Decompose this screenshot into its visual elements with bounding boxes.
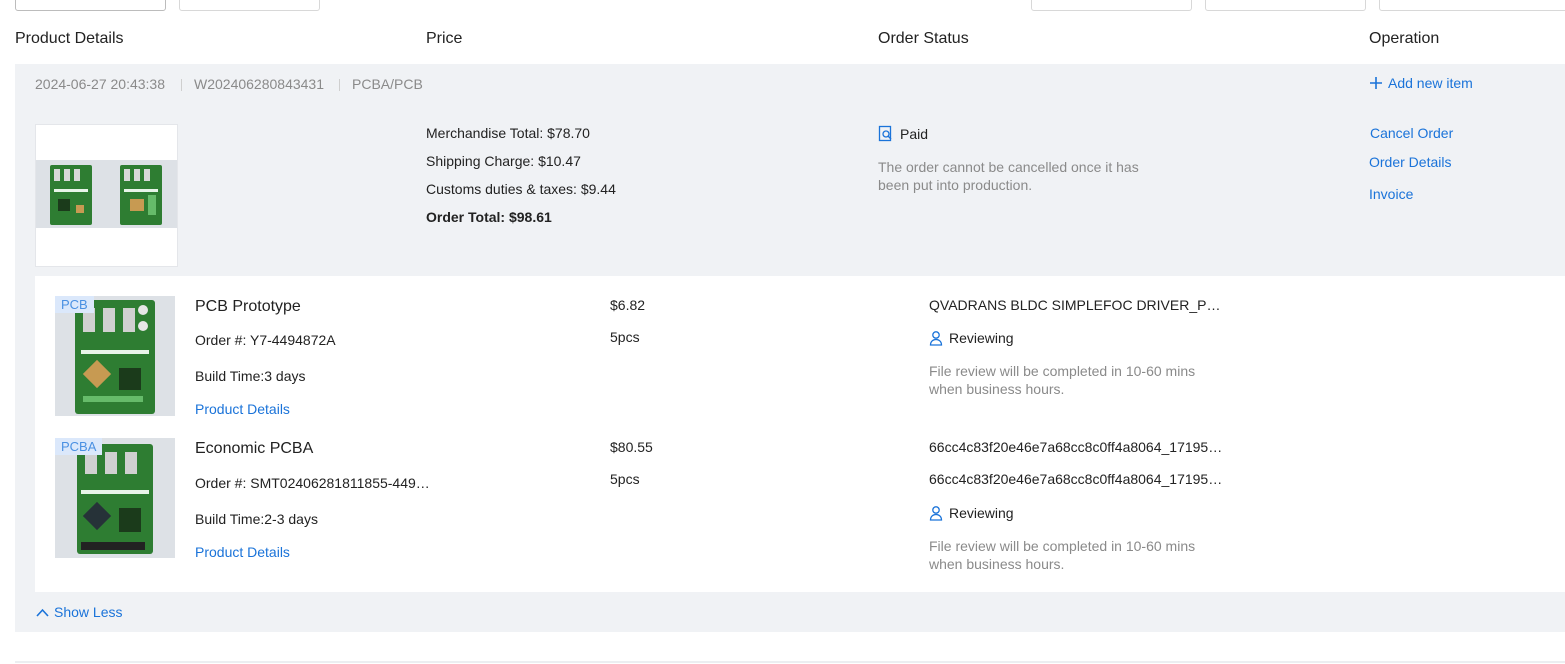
cancel-order-link[interactable]: Cancel Order xyxy=(1370,125,1453,141)
item-quantity: 5pcs xyxy=(610,329,640,345)
order-total: Order Total: $98.61 xyxy=(426,209,552,225)
product-title: Economic PCBA xyxy=(195,440,314,457)
filter-select-2[interactable] xyxy=(179,0,320,11)
item-quantity: 5pcs xyxy=(610,471,640,487)
order-thumbnail xyxy=(35,124,178,267)
item-status-note: File review will be completed in 10-60 m… xyxy=(929,363,1196,397)
user-review-icon xyxy=(929,506,943,521)
filter-select-1[interactable] xyxy=(15,0,166,11)
customs-duties: Customs duties & taxes: $9.44 xyxy=(426,181,616,197)
shipping-charge: Shipping Charge: $10.47 xyxy=(426,153,581,169)
add-new-item-button[interactable]: Add new item xyxy=(1369,75,1473,91)
order-status-label: Paid xyxy=(900,125,929,142)
paid-document-icon xyxy=(878,125,892,142)
order-details-link[interactable]: Order Details xyxy=(1369,154,1451,170)
pcb-board-image xyxy=(50,165,92,225)
divider xyxy=(181,79,182,91)
column-header-price: Price xyxy=(426,30,463,47)
show-less-label: Show Less xyxy=(54,604,123,620)
pcb-board-image xyxy=(120,165,162,225)
filter-select-3[interactable] xyxy=(1031,0,1192,11)
pcb-board-image xyxy=(77,444,153,554)
product-details-link[interactable]: Product Details xyxy=(195,401,290,417)
filter-select-4[interactable] xyxy=(1205,0,1366,11)
column-header-status: Order Status xyxy=(878,30,969,47)
file-name: QVADRANS BLDC SIMPLEFOC DRIVER_PCB_V10.z… xyxy=(929,297,1229,313)
add-new-item-label: Add new item xyxy=(1388,75,1473,91)
item-price: $80.55 xyxy=(610,439,653,455)
order-status: Paid xyxy=(878,125,928,142)
product-order-number: Order #: SMT02406281811855-4494872A xyxy=(195,475,435,491)
file-name: 66cc4c83f20e46e7a68cc8c0ff4a8064_1719552… xyxy=(929,439,1229,455)
product-order-number: Order #: Y7-4494872A xyxy=(195,332,336,348)
column-header-product: Product Details xyxy=(15,30,124,47)
user-review-icon xyxy=(929,331,943,346)
item-status: Reviewing xyxy=(929,330,1014,346)
show-less-button[interactable]: Show Less xyxy=(36,604,122,620)
column-header-operation: Operation xyxy=(1369,30,1440,47)
divider xyxy=(15,661,1565,663)
search-input[interactable] xyxy=(1379,0,1565,11)
item-status-label: Reviewing xyxy=(949,505,1014,521)
merchandise-total: Merchandise Total: $78.70 xyxy=(426,125,590,141)
product-details-link[interactable]: Product Details xyxy=(195,544,290,560)
order-status-note: The order cannot be cancelled once it ha… xyxy=(878,159,1139,193)
product-image: PCBA xyxy=(55,438,175,558)
chevron-up-icon xyxy=(36,608,49,617)
order-date: 2024-06-27 20:43:38 xyxy=(35,76,165,92)
invoice-link[interactable]: Invoice xyxy=(1369,186,1413,202)
pcb-board-image xyxy=(75,300,155,414)
item-price: $6.82 xyxy=(610,297,646,313)
product-image: PCB xyxy=(55,296,175,416)
divider xyxy=(339,79,340,91)
product-type-tag: PCB xyxy=(55,296,94,313)
product-build-time: Build Time:3 days xyxy=(195,368,306,384)
item-status-note: File review will be completed in 10-60 m… xyxy=(929,538,1196,572)
item-status: Reviewing xyxy=(929,505,1014,521)
plus-icon xyxy=(1370,77,1382,89)
product-build-time: Build Time:2-3 days xyxy=(195,511,318,527)
file-name: 66cc4c83f20e46e7a68cc8c0ff4a8064_1719552… xyxy=(929,471,1229,487)
product-type-tag: PCBA xyxy=(55,438,103,455)
order-category: PCBA/PCB xyxy=(352,76,423,92)
product-title: PCB Prototype xyxy=(195,298,301,315)
item-status-label: Reviewing xyxy=(949,330,1014,346)
order-number: W202406280843431 xyxy=(194,76,325,92)
